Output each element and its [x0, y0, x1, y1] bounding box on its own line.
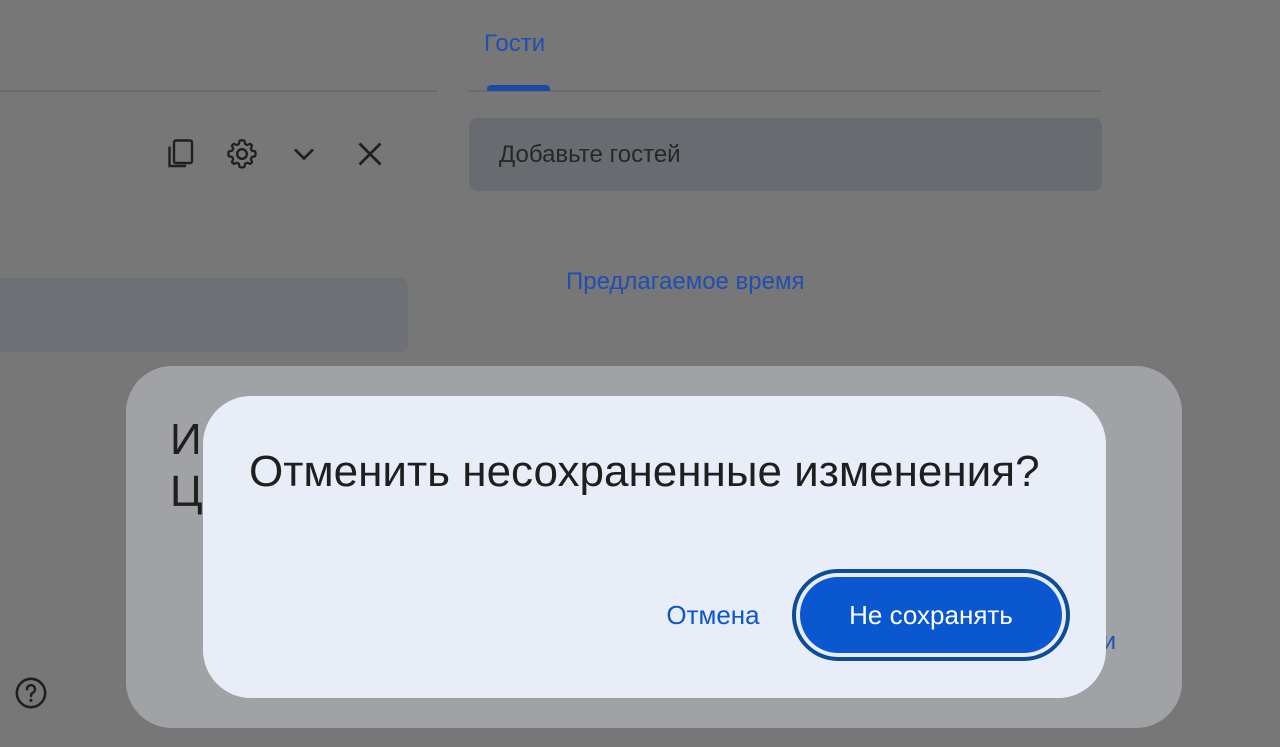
- chevron-down-icon-glyph: [294, 148, 314, 161]
- cancel-button[interactable]: Отмена: [645, 584, 781, 646]
- chevron-down-icon[interactable]: [284, 134, 324, 174]
- divider: [0, 90, 438, 92]
- sheet-text: И Ц: [170, 414, 203, 518]
- add-guests-input[interactable]: Добавьте гостей: [469, 118, 1102, 191]
- discard-button-focus-ring: Не сохранять: [792, 569, 1070, 661]
- tab-guests[interactable]: Гости: [484, 30, 545, 58]
- copy-icon-glyph: [168, 139, 194, 168]
- left-input-field[interactable]: [0, 278, 408, 352]
- discard-button[interactable]: Не сохранять: [800, 577, 1062, 653]
- close-icon-glyph: [358, 142, 382, 166]
- dialog-title: Отменить несохраненные изменения?: [249, 447, 1040, 496]
- suggested-time-link[interactable]: Предлагаемое время: [566, 268, 805, 296]
- gear-icon-glyph: [227, 139, 257, 169]
- close-icon[interactable]: [350, 134, 390, 174]
- copy-icon[interactable]: [160, 134, 200, 174]
- tabs-divider: [468, 90, 1102, 92]
- tab-active-indicator: [487, 85, 550, 91]
- sheet-text-line-2: Ц: [170, 467, 203, 516]
- add-guests-placeholder: Добавьте гостей: [499, 140, 681, 168]
- help-icon[interactable]: [14, 676, 48, 710]
- gear-icon[interactable]: [222, 134, 262, 174]
- discard-changes-dialog: Отменить несохраненные изменения? Отмена…: [203, 396, 1106, 698]
- sheet-text-line-1: И: [170, 415, 202, 464]
